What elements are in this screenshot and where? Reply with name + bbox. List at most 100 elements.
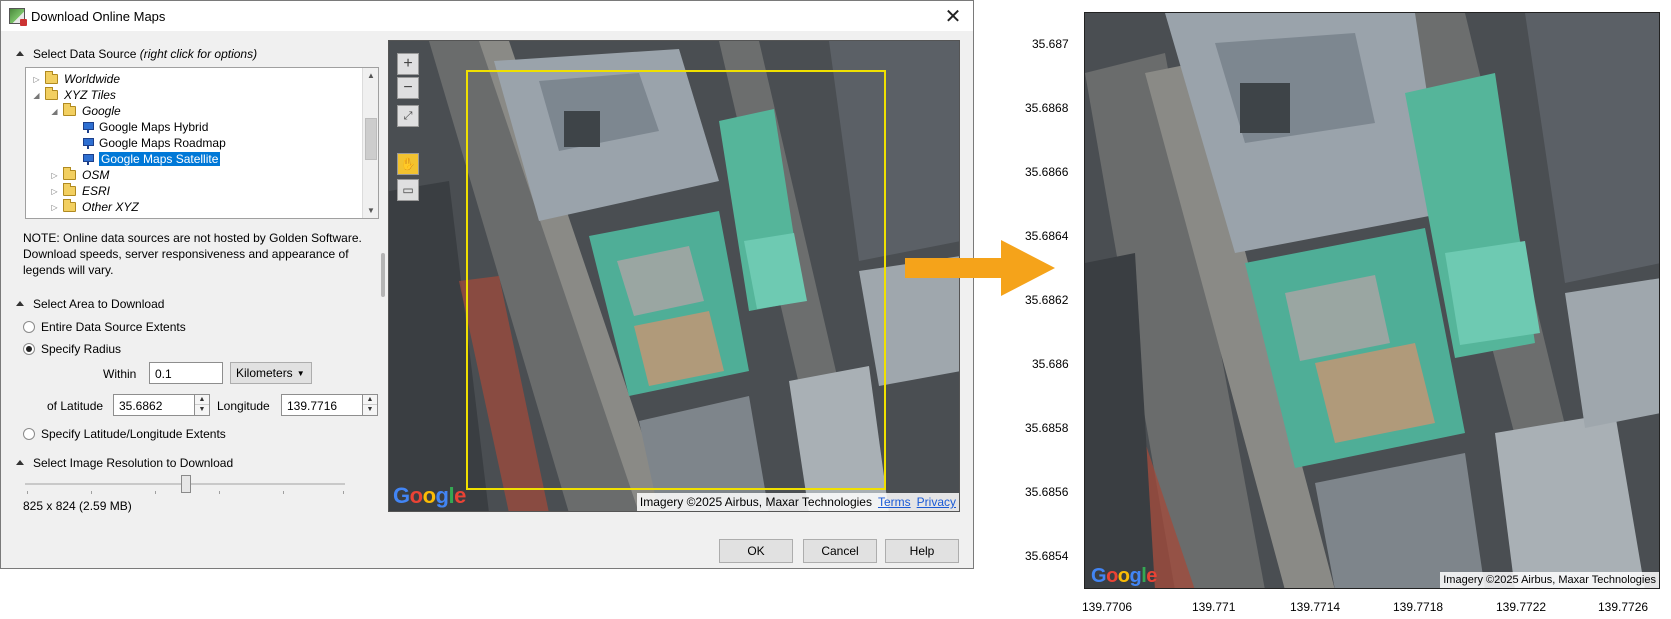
expand-icon[interactable]: ▷ <box>32 75 41 84</box>
collapse-icon[interactable]: ◢ <box>32 91 41 100</box>
resolution-slider-thumb[interactable] <box>181 475 191 493</box>
y-tick-label: 35.6866 <box>1025 165 1069 179</box>
latitude-input[interactable]: 35.6862 <box>113 394 195 416</box>
tree-item-label: Google <box>82 104 121 118</box>
expand-icon[interactable]: ▷ <box>50 187 59 196</box>
app-icon <box>9 8 27 26</box>
stepper-down-icon[interactable]: ▼ <box>363 405 377 415</box>
scroll-up-icon[interactable]: ▲ <box>367 71 375 80</box>
tree-item-label: Worldwide <box>64 72 121 86</box>
tree-item-google[interactable]: ◢ Google <box>50 103 121 119</box>
folder-icon <box>63 103 76 116</box>
area-heading: Select Area to Download <box>33 297 165 311</box>
terms-link[interactable]: Terms <box>878 495 911 509</box>
units-dropdown[interactable]: Kilometers ▼ <box>230 362 312 384</box>
tree-item-label: Google Maps Roadmap <box>99 136 226 150</box>
radio-button[interactable] <box>23 428 35 440</box>
output-map-frame: Google Imagery ©2025 Airbus, Maxar Techn… <box>1084 12 1660 589</box>
pan-hand-icon[interactable]: ✋ <box>397 153 419 175</box>
radio-entire-extents[interactable]: Entire Data Source Extents <box>23 320 186 334</box>
x-tick-label: 139.771 <box>1192 600 1236 614</box>
data-source-hint: (right click for options) <box>139 47 258 61</box>
section-area[interactable]: Select Area to Download <box>15 297 164 311</box>
folder-icon <box>45 87 58 100</box>
tree-item-label: OSM <box>82 168 110 182</box>
tree-item-label: XYZ Tiles <box>64 88 116 102</box>
ok-button[interactable]: OK <box>719 539 793 563</box>
close-button[interactable]: ✕ <box>933 1 973 31</box>
tree-item-google-maps-satellite[interactable]: Google Maps Satellite <box>82 151 221 167</box>
latitude-stepper[interactable]: ▲ ▼ <box>194 394 210 416</box>
tree-item-label: Other XYZ <box>82 200 139 214</box>
data-source-icon <box>82 153 94 165</box>
folder-icon <box>63 183 76 196</box>
cancel-button[interactable]: Cancel <box>803 539 877 563</box>
y-tick-label: 35.687 <box>1032 37 1069 51</box>
close-icon: ✕ <box>944 5 962 28</box>
longitude-stepper[interactable]: ▲ ▼ <box>362 394 378 416</box>
tree-item-other-xyz[interactable]: ▷ Other XYZ <box>50 199 139 215</box>
stepper-up-icon[interactable]: ▲ <box>195 395 209 405</box>
radio-label: Specify Latitude/Longitude Extents <box>41 427 226 441</box>
longitude-input[interactable]: 139.7716 <box>281 394 363 416</box>
radio-label: Specify Radius <box>41 342 122 356</box>
attribution-text: Imagery ©2025 Airbus, Maxar Technologies <box>639 495 872 509</box>
zoom-out-button[interactable]: − <box>397 77 419 99</box>
radio-label: Entire Data Source Extents <box>41 320 186 334</box>
dialog-title: Download Online Maps <box>31 8 166 24</box>
radio-button[interactable] <box>23 321 35 333</box>
tree-scrollbar[interactable]: ▲ ▼ <box>362 68 378 218</box>
slider-tick <box>219 491 220 494</box>
x-tick-label: 139.7706 <box>1082 600 1133 614</box>
radio-lat-lon-extents[interactable]: Specify Latitude/Longitude Extents <box>23 427 226 441</box>
expand-icon[interactable]: ▷ <box>50 171 59 180</box>
slider-tick <box>283 491 284 494</box>
expand-icon[interactable]: ▷ <box>50 203 59 212</box>
help-button[interactable]: Help <box>885 539 959 563</box>
stepper-up-icon[interactable]: ▲ <box>363 395 377 405</box>
slider-tick <box>155 491 156 494</box>
slider-tick <box>343 491 344 494</box>
section-data-source[interactable]: Select Data Source (right click for opti… <box>15 47 257 61</box>
resolution-heading: Select Image Resolution to Download <box>33 456 234 470</box>
zoom-in-button[interactable]: + <box>397 53 419 75</box>
stepper-down-icon[interactable]: ▼ <box>195 405 209 415</box>
tree-item-esri[interactable]: ▷ ESRI <box>50 183 110 199</box>
radius-input[interactable]: 0.1 <box>149 362 223 384</box>
privacy-link[interactable]: Privacy <box>917 495 956 509</box>
select-rectangle-icon[interactable]: ▭ <box>397 179 419 201</box>
folder-icon <box>63 199 76 212</box>
tree-item-label-selected: Google Maps Satellite <box>99 152 221 166</box>
scroll-down-icon[interactable]: ▼ <box>367 206 375 215</box>
collapse-caret-icon[interactable] <box>15 459 25 467</box>
tree-item-xyz-tiles[interactable]: ◢ XYZ Tiles <box>32 87 116 103</box>
y-tick-label: 35.6854 <box>1025 549 1069 563</box>
y-tick-label: 35.686 <box>1032 357 1069 371</box>
y-tick-label: 35.6868 <box>1025 101 1069 115</box>
data-source-tree[interactable]: ▷ Worldwide ◢ XYZ Tiles ◢ Google Google … <box>25 67 379 219</box>
collapse-caret-icon[interactable] <box>15 300 25 308</box>
x-tick-label: 139.7718 <box>1393 600 1444 614</box>
orange-arrow <box>905 240 1055 296</box>
tree-item-osm[interactable]: ▷ OSM <box>50 167 109 183</box>
collapse-icon[interactable]: ◢ <box>50 107 59 116</box>
radio-button-selected[interactable] <box>23 343 35 355</box>
tree-item-google-maps-roadmap[interactable]: Google Maps Roadmap <box>82 135 226 151</box>
tree-item-worldwide[interactable]: ▷ Worldwide <box>32 71 120 87</box>
section-resolution[interactable]: Select Image Resolution to Download <box>15 456 233 470</box>
data-source-icon <box>82 137 94 149</box>
panel-scrollbar-thumb[interactable] <box>381 253 385 297</box>
radio-specify-radius[interactable]: Specify Radius <box>23 342 121 356</box>
output-attribution-text: Imagery ©2025 Airbus, Maxar Technologies <box>1443 574 1656 586</box>
online-sources-note: NOTE: Online data sources are not hosted… <box>23 231 362 277</box>
x-tick-label: 139.7726 <box>1598 600 1649 614</box>
tree-item-label: Google Maps Hybrid <box>99 120 209 134</box>
collapse-caret-icon[interactable] <box>15 50 25 58</box>
map-preview[interactable]: + − ⤢ ✋ ▭ Google Imagery ©2025 Airbus, M… <box>388 40 960 512</box>
within-label: Within <box>103 367 137 381</box>
folder-icon <box>45 71 58 84</box>
data-source-heading: Select Data Source <box>33 47 137 61</box>
scrollbar-thumb[interactable] <box>365 118 377 160</box>
zoom-extents-icon[interactable]: ⤢ <box>397 105 419 127</box>
tree-item-google-maps-hybrid[interactable]: Google Maps Hybrid <box>82 119 208 135</box>
